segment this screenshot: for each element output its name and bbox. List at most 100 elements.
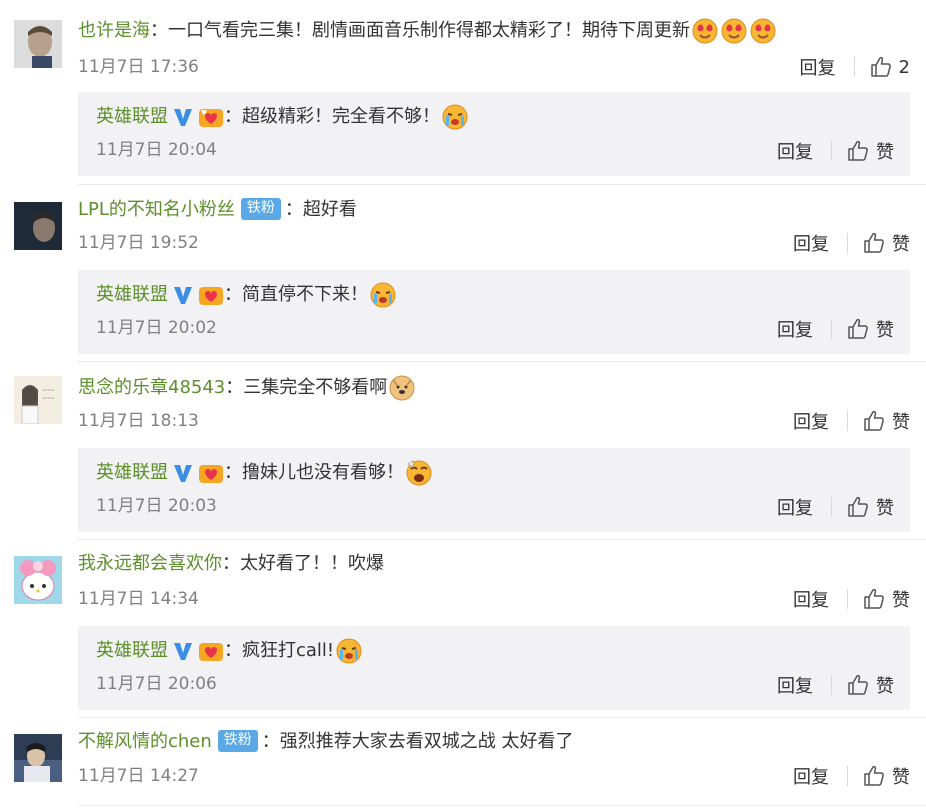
- heart-eyes-emoji: [692, 18, 718, 44]
- like-button[interactable]: 赞: [846, 316, 894, 342]
- comment-text: ：太好看了！！吹爆: [222, 553, 384, 574]
- thumbs-up-icon: [848, 140, 868, 161]
- vip-heart-icon: ♥: [198, 105, 224, 129]
- comment-text: ：强烈推荐大家去看双城之战 太好看了: [261, 731, 574, 752]
- reply-line: 英雄联盟 ：疯狂打call!: [96, 636, 363, 666]
- like-button[interactable]: 赞: [846, 138, 894, 164]
- svg-text:~~~: ~~~: [42, 396, 55, 402]
- comment-time: 11月7日 14:27: [78, 766, 199, 786]
- verified-v-icon: [172, 462, 194, 484]
- verified-v-icon: [172, 640, 194, 662]
- reply-text: ：简直停不下来！: [224, 284, 368, 305]
- comment-item: 不解风情的chen 铁粉 ：强烈推荐大家去看双城之战 太好看了 11月7日 14…: [0, 726, 926, 810]
- comment-text: ：三集完全不够看啊: [225, 377, 388, 398]
- thumbs-up-icon: [864, 588, 884, 609]
- comment-time: 11月7日 19:52: [78, 233, 199, 253]
- divider: [847, 233, 848, 253]
- like-button[interactable]: 2: [869, 55, 910, 79]
- reply-button[interactable]: 回复: [793, 586, 847, 612]
- divider: [78, 184, 926, 185]
- reply-text: ：超级精彩！完全看不够！: [224, 106, 440, 127]
- like-label: 赞: [892, 590, 910, 611]
- avatar[interactable]: [14, 202, 62, 250]
- divider: [831, 497, 832, 517]
- comment-line: 思念的乐章48543 ：三集完全不够看啊: [78, 373, 416, 403]
- like-button[interactable]: 赞: [846, 672, 894, 698]
- reply-button[interactable]: 回复: [793, 763, 847, 789]
- reply-actions: 回复 赞: [777, 137, 894, 165]
- comment-text: ：一口气看完三集！剧情画面音乐制作得都太精彩了！期待下周更新: [150, 20, 690, 41]
- divider: [78, 717, 926, 718]
- username[interactable]: 英雄联盟: [96, 102, 168, 132]
- vip-heart-icon: [198, 639, 224, 663]
- reply-line: 英雄联盟 ：简直停不下来！: [96, 280, 397, 310]
- like-button[interactable]: 赞: [862, 408, 910, 434]
- reply-actions: 回复 赞: [777, 315, 894, 343]
- username[interactable]: 也许是海: [78, 16, 150, 46]
- divider: [847, 589, 848, 609]
- reply-button[interactable]: 回复: [777, 494, 831, 520]
- username[interactable]: 英雄联盟: [96, 458, 168, 488]
- reply-line: 英雄联盟 ♥ ：超级精彩！完全看不够！: [96, 102, 469, 132]
- username[interactable]: 英雄联盟: [96, 280, 168, 310]
- divider: [831, 141, 832, 161]
- reply-time: 11月7日 20:06: [96, 674, 217, 694]
- comment-item: 我永远都会喜欢你 ：太好看了！！吹爆 11月7日 14:34 回复 赞 英雄联盟…: [0, 548, 926, 718]
- reply-button[interactable]: 回复: [777, 316, 831, 342]
- username[interactable]: 思念的乐章48543: [78, 373, 225, 403]
- reply-button[interactable]: 回复: [777, 672, 831, 698]
- divider: [847, 766, 848, 786]
- like-button[interactable]: 赞: [862, 230, 910, 256]
- reply-button[interactable]: 回复: [793, 408, 847, 434]
- reply-box: 英雄联盟 ：疯狂打call! 11月7日 20:06 回复 赞: [78, 626, 910, 710]
- crying-emoji: [370, 282, 396, 308]
- verified-v-icon: [172, 106, 194, 128]
- reply-button[interactable]: 回复: [800, 54, 854, 80]
- like-button[interactable]: 赞: [862, 763, 910, 789]
- avatar[interactable]: [14, 20, 62, 68]
- username[interactable]: 英雄联盟: [96, 636, 168, 666]
- comment-line: 我永远都会喜欢你 ：太好看了！！吹爆: [78, 549, 384, 579]
- username[interactable]: 我永远都会喜欢你: [78, 549, 222, 579]
- svg-text:♥: ♥: [201, 109, 207, 117]
- like-button[interactable]: 赞: [862, 586, 910, 612]
- thumbs-up-icon: [848, 674, 868, 695]
- thumbs-up-icon: [870, 56, 891, 77]
- surprised-emoji: [406, 460, 432, 486]
- comment-time: 11月7日 18:13: [78, 411, 199, 431]
- thumbs-up-icon: [864, 765, 884, 786]
- divider: [847, 411, 848, 431]
- comment-actions: 回复 赞: [793, 585, 910, 613]
- reply-button[interactable]: 回复: [777, 138, 831, 164]
- comment-text: ：超好看: [284, 199, 357, 220]
- vip-heart-icon: [198, 283, 224, 307]
- reply-text: ：疯狂打call!: [224, 640, 335, 661]
- divider: [831, 675, 832, 695]
- like-label: 赞: [892, 412, 910, 433]
- divider: [78, 539, 926, 540]
- avatar[interactable]: [14, 734, 62, 782]
- comment-line: 不解风情的chen 铁粉 ：强烈推荐大家去看双城之战 太好看了: [78, 727, 574, 757]
- heart-eyes-emoji: [750, 18, 776, 44]
- username[interactable]: LPL的不知名小粉丝: [78, 195, 235, 225]
- thumbs-up-icon: [848, 318, 868, 339]
- reply-box: 英雄联盟 ：撸妹儿也没有看够！ 11月7日 20:03 回复 赞: [78, 448, 910, 532]
- avatar[interactable]: [14, 556, 62, 604]
- svg-text:~~~: ~~~: [42, 388, 55, 394]
- doge-emoji: [389, 375, 415, 401]
- crying-emoji: [442, 104, 468, 130]
- comment-item: 也许是海 ：一口气看完三集！剧情画面音乐制作得都太精彩了！期待下周更新 11月7…: [0, 14, 926, 184]
- divider: [78, 805, 926, 806]
- like-button[interactable]: 赞: [846, 494, 894, 520]
- avatar[interactable]: ~~~ ~~~: [14, 376, 62, 424]
- reply-button[interactable]: 回复: [793, 230, 847, 256]
- like-count: 2: [898, 56, 910, 78]
- like-label: 赞: [892, 767, 910, 788]
- like-label: 赞: [876, 498, 894, 519]
- like-label: 赞: [876, 142, 894, 163]
- reply-time: 11月7日 20:02: [96, 318, 217, 338]
- username[interactable]: 不解风情的chen: [78, 727, 212, 757]
- divider: [853, 57, 855, 77]
- thumbs-up-icon: [848, 496, 868, 517]
- fan-badge: 铁粉: [240, 198, 281, 220]
